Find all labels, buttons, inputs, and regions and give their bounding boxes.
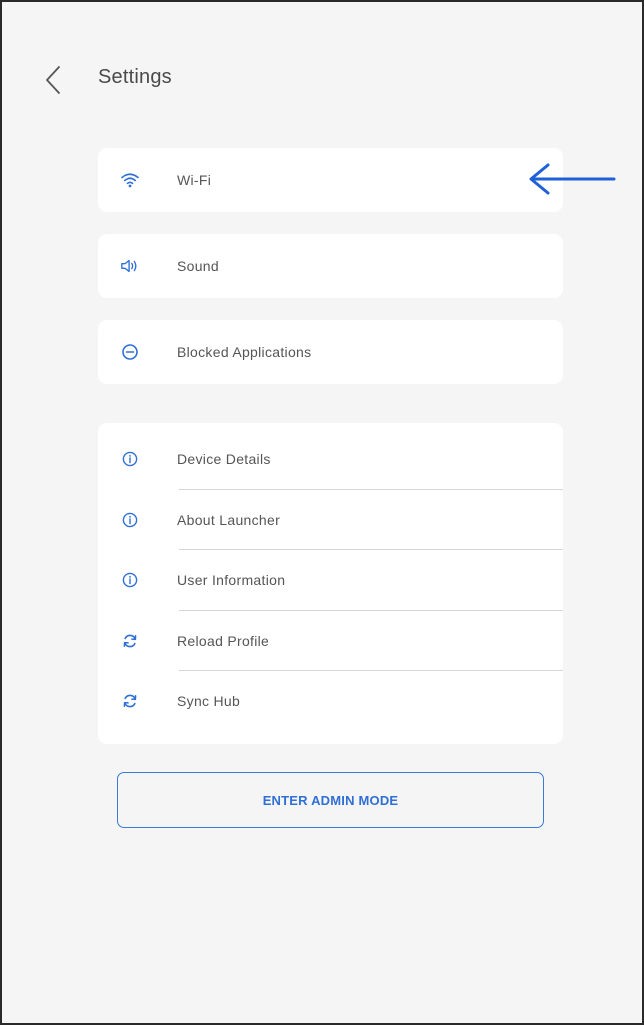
- info-icon: [120, 510, 140, 530]
- enter-admin-mode-button[interactable]: ENTER ADMIN MODE: [117, 772, 544, 828]
- back-button[interactable]: [36, 62, 72, 98]
- settings-item-label: User Information: [177, 572, 286, 589]
- settings-item-sound[interactable]: Sound: [98, 234, 563, 298]
- refresh-icon: [120, 691, 140, 711]
- chevron-left-icon: [46, 66, 60, 94]
- wifi-card: Wi-Fi: [98, 148, 563, 212]
- arrow-left-icon: [529, 163, 616, 195]
- info-icon: [120, 449, 140, 469]
- settings-item-wifi[interactable]: Wi-Fi: [98, 148, 563, 212]
- wifi-icon: [120, 170, 140, 190]
- settings-item-sync-hub[interactable]: Sync Hub: [98, 671, 563, 732]
- settings-item-label: Sound: [177, 258, 219, 274]
- settings-item-label: Reload Profile: [177, 632, 270, 649]
- settings-item-blocked-applications[interactable]: Blocked Applications: [98, 320, 563, 384]
- sound-card: Sound: [98, 234, 563, 298]
- refresh-icon: [120, 631, 140, 651]
- info-list-card: Device Details About Launcher User Infor…: [98, 423, 563, 744]
- page-title: Settings: [98, 66, 172, 88]
- app-frame: Settings Wi-Fi Sound Blocked Application…: [0, 0, 644, 1025]
- settings-item-label: Device Details: [177, 451, 271, 468]
- settings-item-label: About Launcher: [177, 511, 281, 528]
- settings-item-device-details[interactable]: Device Details: [98, 429, 563, 490]
- blocked-apps-card: Blocked Applications: [98, 320, 563, 384]
- info-icon: [120, 570, 140, 590]
- settings-item-user-information[interactable]: User Information: [98, 550, 563, 611]
- settings-item-label: Blocked Applications: [177, 344, 312, 360]
- minus-circle-icon: [120, 342, 140, 362]
- settings-item-reload-profile[interactable]: Reload Profile: [98, 611, 563, 671]
- speaker-icon: [120, 256, 140, 276]
- settings-item-label: Sync Hub: [177, 693, 241, 710]
- settings-item-about-launcher[interactable]: About Launcher: [98, 490, 563, 550]
- settings-item-label: Wi-Fi: [177, 172, 212, 188]
- header: Settings: [2, 58, 642, 102]
